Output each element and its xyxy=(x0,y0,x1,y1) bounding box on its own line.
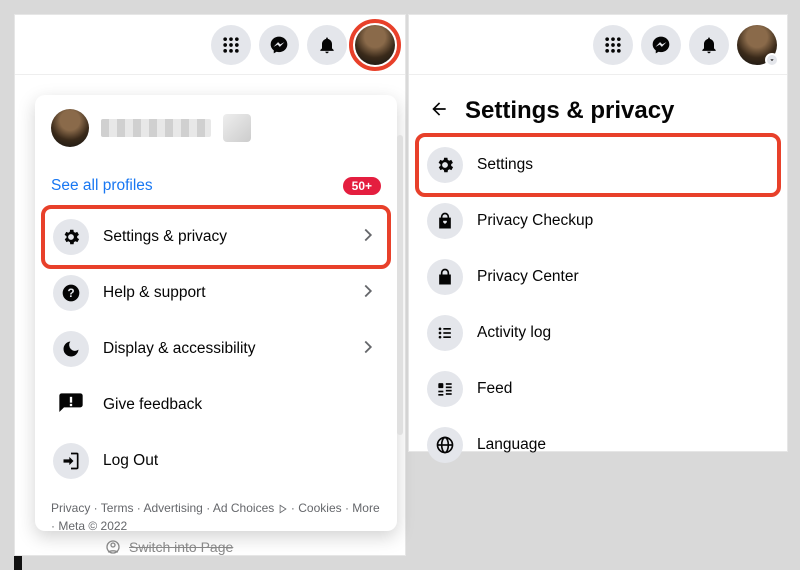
back-button[interactable] xyxy=(429,99,449,124)
switch-into-page-label: Switch into Page xyxy=(129,539,233,555)
messenger-button[interactable] xyxy=(259,25,299,65)
footer-terms[interactable]: Terms xyxy=(101,501,134,515)
account-menu-panel: See all profiles 50+ Settings & privacy … xyxy=(14,14,406,556)
messenger-icon xyxy=(269,35,289,55)
messenger-button[interactable] xyxy=(641,25,681,65)
profiles-count-badge: 50+ xyxy=(343,177,381,195)
menu-label: Settings xyxy=(477,156,769,174)
footer-ad-choices[interactable]: Ad Choices xyxy=(213,501,274,515)
menu-item-display-accessibility[interactable]: Display & accessibility xyxy=(45,321,387,377)
topbar xyxy=(409,15,787,75)
grid-icon xyxy=(603,35,623,55)
menu-item-language[interactable]: Language xyxy=(419,417,777,473)
notifications-button[interactable] xyxy=(307,25,347,65)
menu-item-activity-log[interactable]: Activity log xyxy=(419,305,777,361)
page-title: Settings & privacy xyxy=(465,97,674,125)
settings-privacy-menu: Settings Privacy Checkup Privacy Center … xyxy=(409,137,787,473)
gear-icon xyxy=(53,219,89,255)
menu-label: Help & support xyxy=(103,284,343,302)
footer-more[interactable]: More xyxy=(352,501,379,515)
menu-label: Privacy Center xyxy=(477,268,769,286)
profile-row[interactable] xyxy=(35,95,397,155)
menu-grid-button[interactable] xyxy=(593,25,633,65)
adchoices-icon xyxy=(278,504,288,514)
chevron-right-icon xyxy=(357,224,379,251)
menu-label: Settings & privacy xyxy=(103,228,343,246)
chevron-right-icon xyxy=(357,280,379,307)
footer-privacy[interactable]: Privacy xyxy=(51,501,90,515)
menu-label: Feed xyxy=(477,380,769,398)
page-thumbnail xyxy=(223,114,251,142)
gear-icon xyxy=(427,147,463,183)
profile-avatar-button[interactable] xyxy=(737,25,777,65)
footer-cookies[interactable]: Cookies xyxy=(298,501,341,515)
messenger-icon xyxy=(651,35,671,55)
account-dropdown-card: See all profiles 50+ Settings & privacy … xyxy=(35,95,397,531)
switch-into-page-hint: Switch into Page xyxy=(105,539,233,555)
settings-privacy-panel: Settings & privacy Settings Privacy Chec… xyxy=(408,14,788,452)
menu-item-settings[interactable]: Settings xyxy=(419,137,777,193)
footer-links: Privacy · Terms · Advertising · Ad Choic… xyxy=(35,489,397,543)
bell-icon xyxy=(317,35,337,55)
grid-icon xyxy=(221,35,241,55)
menu-label: Activity log xyxy=(477,324,769,342)
account-menu: Settings & privacy ? Help & support Disp… xyxy=(35,209,397,489)
switch-icon xyxy=(105,539,121,555)
profile-avatar-button[interactable] xyxy=(355,25,395,65)
menu-item-give-feedback[interactable]: Give feedback xyxy=(45,377,387,433)
footer-meta: Meta © 2022 xyxy=(58,519,127,533)
logout-icon xyxy=(53,443,89,479)
moon-icon xyxy=(53,331,89,367)
chevron-down-icon xyxy=(765,53,779,67)
notifications-button[interactable] xyxy=(689,25,729,65)
list-icon xyxy=(427,315,463,351)
menu-item-privacy-checkup[interactable]: Privacy Checkup xyxy=(419,193,777,249)
menu-label: Language xyxy=(477,436,769,454)
chevron-right-icon xyxy=(357,336,379,363)
footer-advertising[interactable]: Advertising xyxy=(143,501,202,515)
globe-icon xyxy=(427,427,463,463)
see-all-profiles-row[interactable]: See all profiles 50+ xyxy=(35,167,397,209)
feed-icon xyxy=(427,371,463,407)
menu-item-help-support[interactable]: ? Help & support xyxy=(45,265,387,321)
avatar xyxy=(51,109,89,147)
menu-item-settings-privacy[interactable]: Settings & privacy xyxy=(45,209,387,265)
see-all-profiles-link[interactable]: See all profiles xyxy=(51,177,153,195)
menu-grid-button[interactable] xyxy=(211,25,251,65)
bell-icon xyxy=(699,35,719,55)
lock-icon xyxy=(427,259,463,295)
page-title-row: Settings & privacy xyxy=(409,75,787,137)
menu-item-privacy-center[interactable]: Privacy Center xyxy=(419,249,777,305)
menu-label: Display & accessibility xyxy=(103,340,343,358)
topbar xyxy=(15,15,405,75)
lock-heart-icon xyxy=(427,203,463,239)
menu-item-log-out[interactable]: Log Out xyxy=(45,433,387,489)
arrow-left-icon xyxy=(429,99,449,119)
menu-label: Privacy Checkup xyxy=(477,212,769,230)
profile-name-redacted xyxy=(101,119,211,137)
scrollbar[interactable] xyxy=(397,135,403,435)
menu-label: Log Out xyxy=(103,452,379,470)
menu-label: Give feedback xyxy=(103,396,379,414)
svg-text:?: ? xyxy=(67,287,74,300)
help-icon: ? xyxy=(53,275,89,311)
feedback-icon xyxy=(53,387,89,423)
menu-item-feed[interactable]: Feed xyxy=(419,361,777,417)
